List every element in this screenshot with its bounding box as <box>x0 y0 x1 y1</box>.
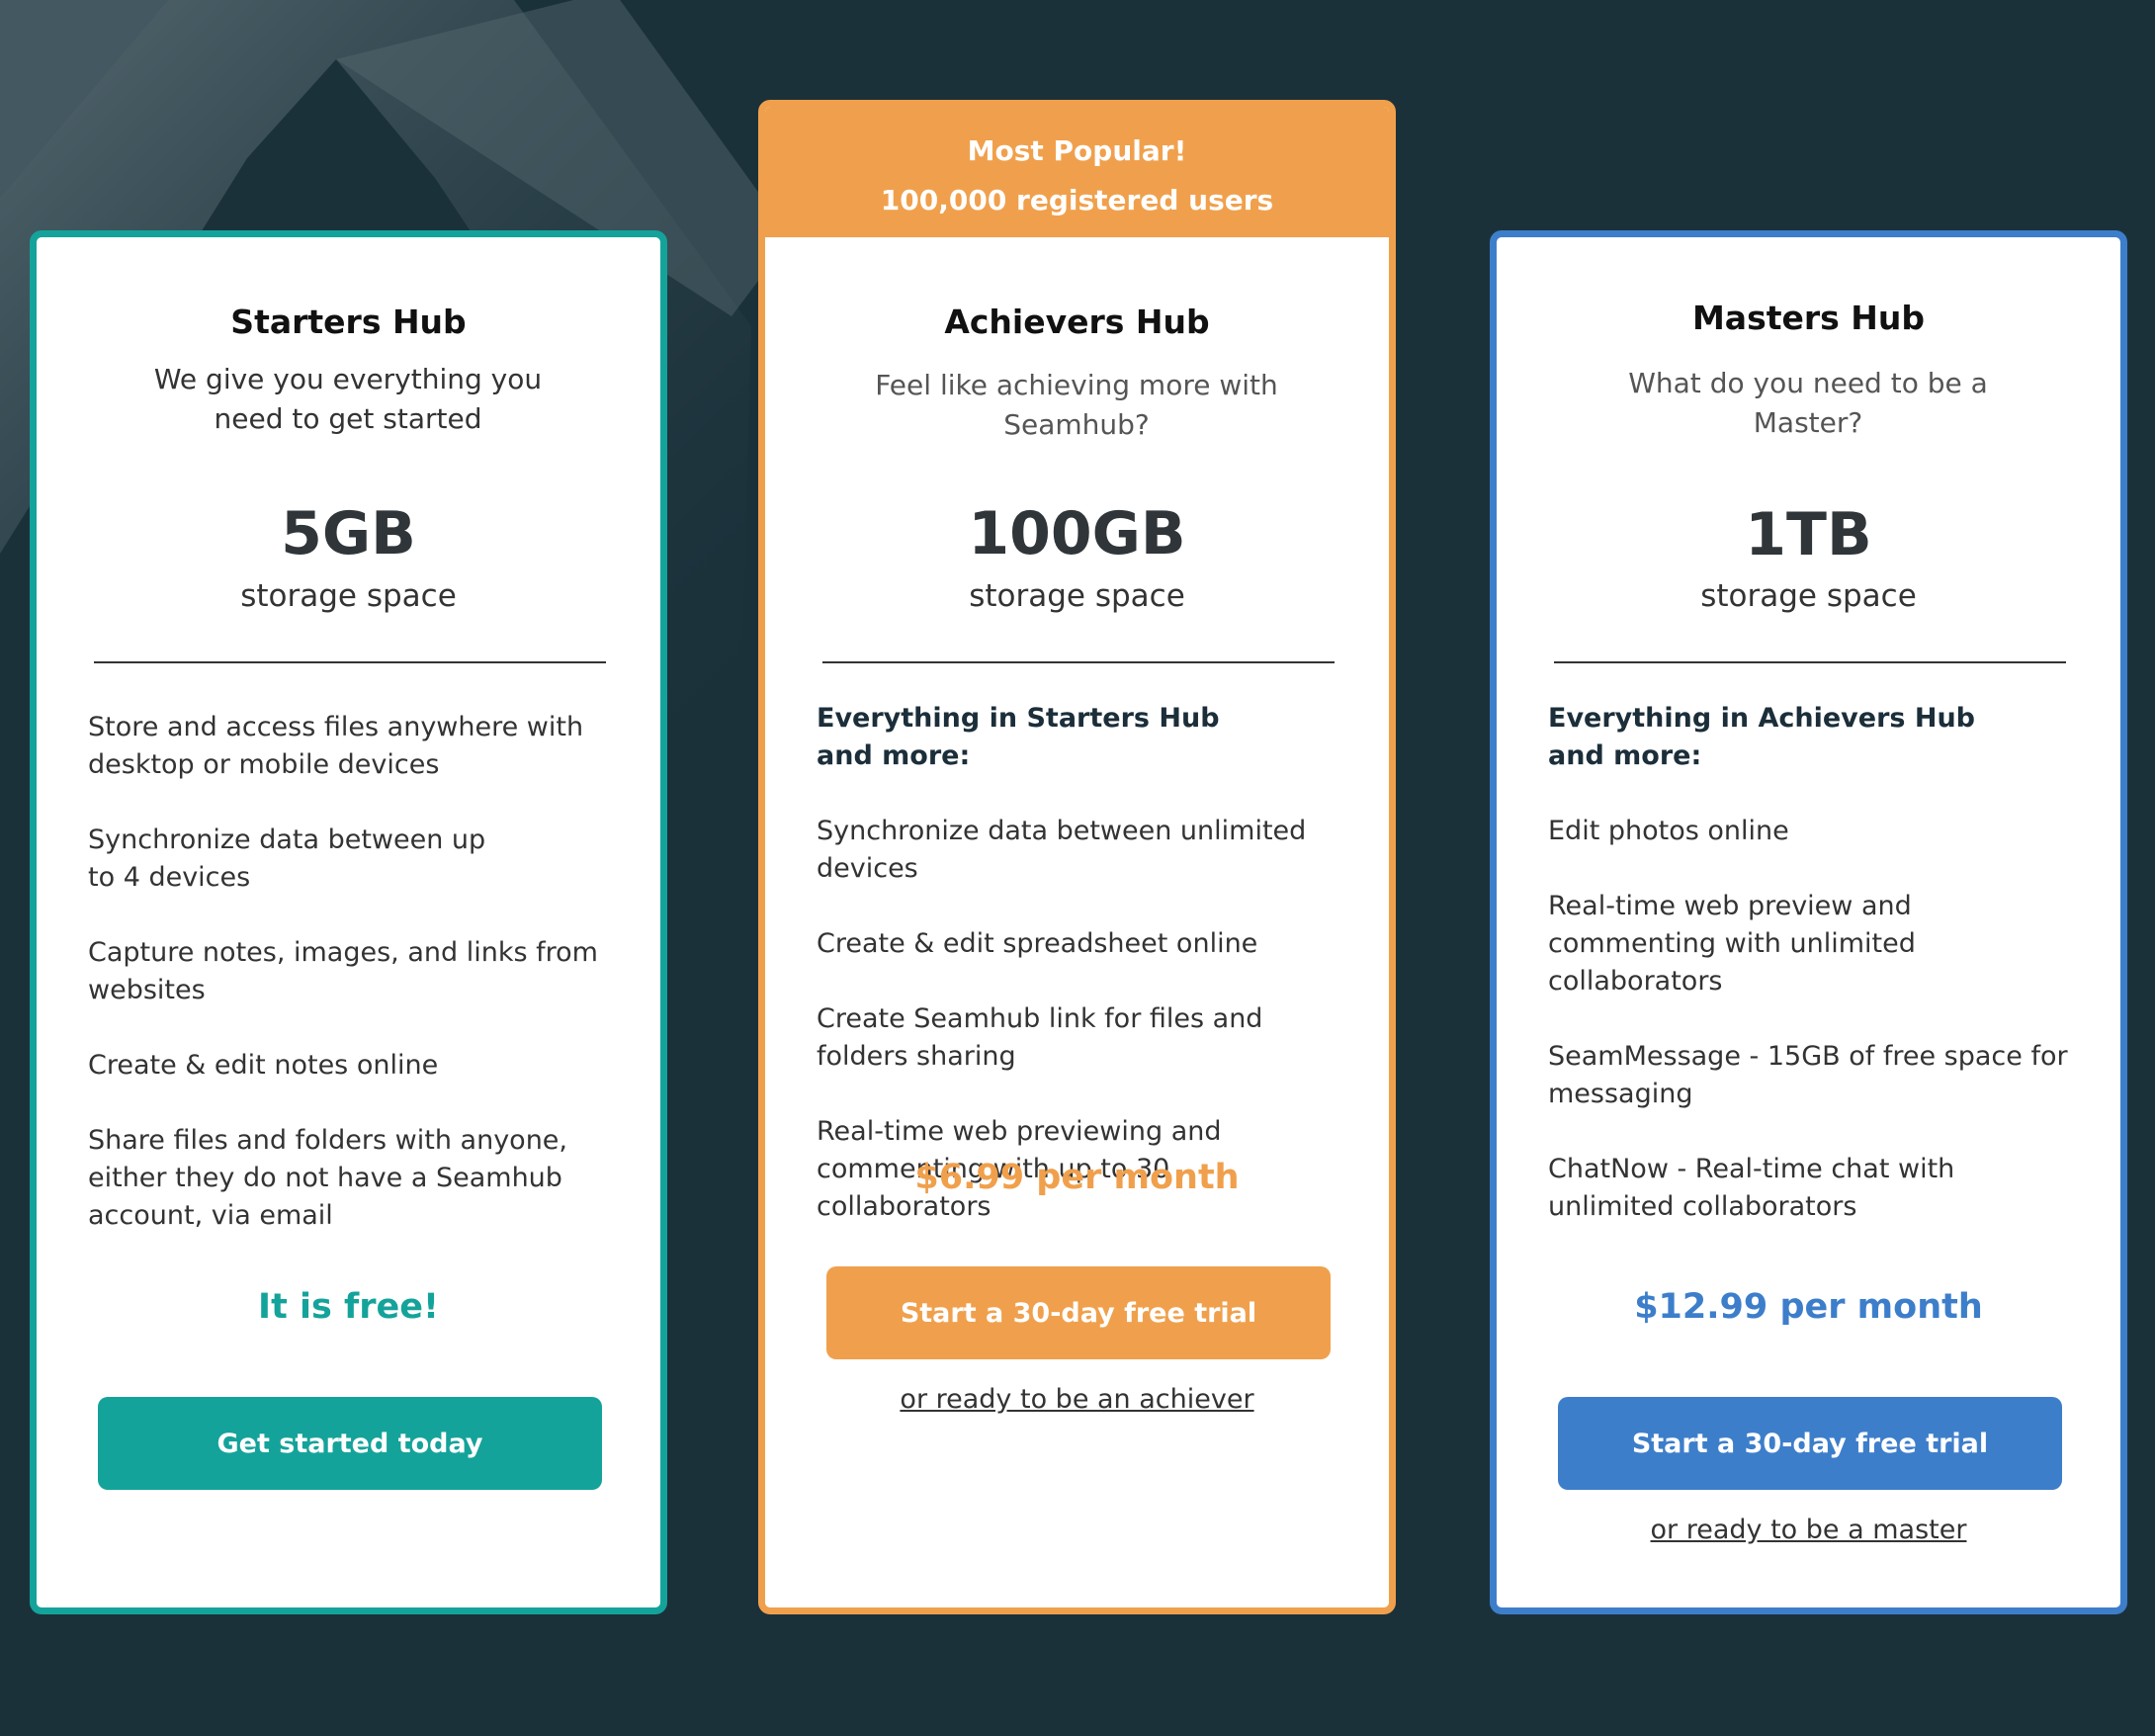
storage-amount: 1TB <box>1745 500 1872 569</box>
plan-tagline: Feel like achieving more with Seamhub? <box>875 369 1278 441</box>
start-trial-button[interactable]: Start a 30-day free trial <box>826 1266 1331 1359</box>
feature-item: Edit photos online <box>1548 816 1789 846</box>
plan-name: Starters Hub <box>230 303 467 341</box>
feature-list: Store and access files anywhere with des… <box>88 709 622 1272</box>
plan-card-achievers: Most Popular! 100,000 registered users A… <box>758 100 1396 1614</box>
plan-tagline: What do you need to be a Master? <box>1628 367 1988 439</box>
get-started-button[interactable]: Get started today <box>98 1397 602 1490</box>
plan-tagline: We give you everything you need to get s… <box>153 363 543 435</box>
start-trial-button[interactable]: Start a 30-day free trial <box>1558 1397 2062 1490</box>
feature-item: Real-time web preview and commenting wit… <box>1548 891 1916 997</box>
achiever-link[interactable]: or ready to be an achiever <box>765 1384 1389 1415</box>
plan-card-starters: Starters Hub We give you everything you … <box>30 230 667 1614</box>
divider <box>1554 661 2066 663</box>
feature-item: SeamMessage - 15GB of free space for mes… <box>1548 1041 2068 1109</box>
feature-item: Share files and folders with anyone, eit… <box>88 1125 567 1231</box>
plan-card-masters: Masters Hub What do you need to be a Mas… <box>1490 230 2127 1614</box>
storage-amount: 100GB <box>968 499 1186 568</box>
feature-item: Synchronize data between up to 4 devices <box>88 825 486 893</box>
price: $12.99 per month <box>1634 1287 1983 1327</box>
divider <box>94 661 606 663</box>
plan-name: Masters Hub <box>1691 299 1926 337</box>
most-popular-banner: Most Popular! 100,000 registered users <box>765 107 1389 237</box>
feature-item: Create Seamhub link for files and folder… <box>817 1003 1263 1072</box>
plan-name: Achievers Hub <box>944 303 1210 341</box>
banner-subtitle: 100,000 registered users <box>880 184 1274 217</box>
feature-list: Everything in Achievers Hub and more: Ed… <box>1548 700 2082 1263</box>
feature-item: Synchronize data between unlimited devic… <box>817 816 1307 884</box>
storage-label: storage space <box>969 578 1185 614</box>
feature-item: Create & edit notes online <box>88 1050 439 1081</box>
feature-item: Create & edit spreadsheet online <box>817 928 1258 959</box>
storage-label: storage space <box>240 578 457 614</box>
master-link[interactable]: or ready to be a master <box>1497 1515 2120 1545</box>
feature-item: Store and access files anywhere with des… <box>88 712 584 780</box>
banner-title: Most Popular! <box>967 134 1187 167</box>
storage-label: storage space <box>1700 578 1917 614</box>
storage-amount: 5GB <box>281 499 416 568</box>
feature-item: Capture notes, images, and links from we… <box>88 937 598 1005</box>
feature-heading: Everything in Starters Hub and more: <box>817 703 1220 771</box>
feature-heading: Everything in Achievers Hub and more: <box>1548 703 1976 771</box>
feature-item: ChatNow - Real-time chat with unlimited … <box>1548 1154 1955 1222</box>
price: $6.99 per month <box>914 1158 1240 1197</box>
divider <box>822 661 1335 663</box>
price: It is free! <box>258 1287 439 1327</box>
